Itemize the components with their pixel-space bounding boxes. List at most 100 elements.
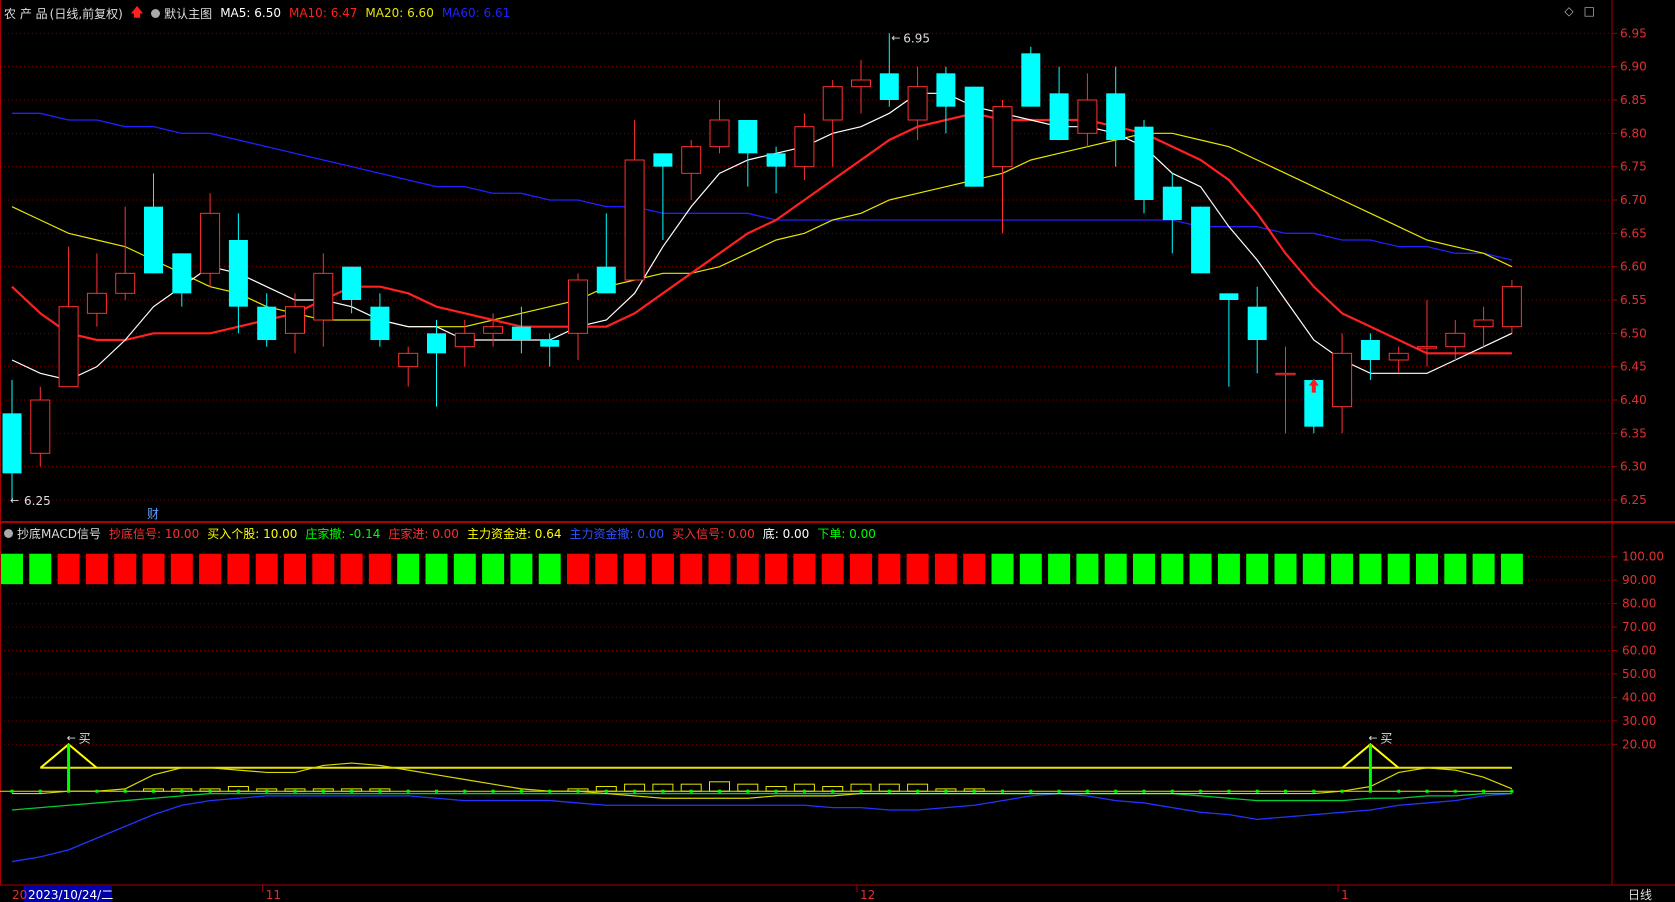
signal-block	[567, 553, 589, 585]
yellow-bar	[624, 783, 646, 792]
signal-block	[114, 553, 137, 585]
signal-block	[1, 553, 23, 585]
baseline-dot	[435, 789, 438, 793]
baseline-dot	[236, 789, 240, 793]
yellow-bar	[907, 783, 929, 792]
yellow-bar	[793, 783, 815, 792]
high-arrow: ←	[891, 31, 900, 44]
signal-block	[340, 553, 363, 585]
settings-dot-icon[interactable]	[151, 8, 161, 18]
indicator-item: 主力资金进: 0.64	[467, 525, 562, 542]
baseline-dot	[1482, 789, 1486, 793]
baseline-dot	[802, 789, 806, 793]
baseline-dot	[774, 789, 778, 793]
baseline-dot	[831, 789, 835, 793]
signal-block	[1104, 553, 1127, 585]
template-label[interactable]: 默认主图	[164, 5, 212, 22]
candle-body	[738, 120, 758, 154]
indicator-item-value: 0.00	[428, 526, 459, 541]
y-tick-label: 6.50	[1620, 326, 1647, 340]
indicator-header: 抄底MACD信号 抄底信号: 10.00 买入个股: 10.00 庄家撤: -0.1…	[0, 522, 876, 544]
candle-body	[257, 306, 277, 340]
indicator-item: 抄底信号: 10.00	[109, 525, 199, 542]
baseline-dot	[519, 789, 523, 793]
yellow-bar	[199, 788, 221, 792]
x-month-label: 1	[1341, 888, 1349, 902]
baseline-dot	[1170, 789, 1174, 793]
settings-dot-icon[interactable]	[4, 528, 13, 538]
indicator-item: 庄家撤: -0.14	[305, 525, 380, 542]
signal-block	[368, 553, 391, 585]
top-right-controls: ◇ □	[1564, 4, 1595, 18]
candle-body	[1077, 99, 1098, 134]
ma20-indicator: MA20: 6.60	[365, 6, 433, 20]
green-curve	[11, 792, 1512, 811]
signal-block	[1246, 553, 1269, 585]
y-tick-label: 6.40	[1620, 393, 1647, 407]
indicator-item-value: 0.00	[724, 526, 755, 541]
window-restore-icon[interactable]: □	[1584, 4, 1595, 18]
baseline-dot	[689, 789, 693, 793]
candle-body	[1106, 93, 1126, 140]
baseline-dot	[916, 789, 920, 793]
buy-signal-peak	[1341, 743, 1400, 769]
signal-block	[1500, 553, 1523, 585]
signal-block	[255, 553, 278, 585]
signal-block	[1048, 553, 1071, 585]
signal-block	[906, 553, 929, 585]
baseline-dot	[208, 789, 212, 793]
yellow-bar	[567, 788, 589, 792]
candle-body	[1360, 340, 1380, 360]
baseline-dot	[718, 789, 721, 793]
candle-body	[200, 212, 221, 274]
y-tick-label: 40.00	[1622, 690, 1656, 704]
candle-body	[342, 266, 362, 300]
ma20-value: 6.60	[407, 6, 434, 20]
candle-body	[766, 153, 786, 167]
candle-body	[228, 240, 248, 307]
indicator-item-value: -0.14	[345, 526, 381, 541]
candle-body	[964, 86, 984, 187]
baseline-dot	[887, 789, 891, 793]
stock-name[interactable]: 农 产 品	[4, 5, 48, 22]
baseline-dot	[1368, 789, 1372, 793]
indicator-item-value: 0.64	[530, 526, 562, 541]
indicator-item: 底: 0.00	[763, 525, 810, 542]
finance-marker: 财	[147, 507, 159, 521]
candle-body	[370, 306, 390, 340]
candle-body	[427, 333, 446, 354]
candle-body	[285, 306, 305, 334]
signal-block	[170, 553, 193, 585]
candle-body	[624, 159, 645, 281]
indicator-item-label: 买入个股:	[207, 526, 260, 541]
x-month-label: 11	[266, 888, 281, 902]
ma5-value: 6.50	[254, 6, 281, 20]
candle-body	[86, 292, 107, 314]
y-tick-label: 70.00	[1622, 620, 1656, 634]
candle-body	[1473, 319, 1494, 328]
date-highlight	[24, 886, 112, 902]
candle-body	[2, 413, 22, 474]
candle-body	[1134, 126, 1154, 200]
y-tick-label: 6.75	[1620, 160, 1647, 174]
ma10-indicator: MA10: 6.47	[289, 6, 357, 20]
candle-body	[681, 146, 702, 174]
indicator-item-label: 庄家进:	[388, 526, 429, 541]
diamond-icon[interactable]: ◇	[1564, 4, 1573, 18]
signal-block	[1302, 553, 1325, 585]
baseline-dot	[1397, 789, 1401, 793]
baseline-dot	[972, 789, 976, 793]
signal-block	[963, 553, 986, 585]
signal-block	[1133, 553, 1155, 585]
baseline-dot	[1001, 789, 1004, 793]
signal-block	[453, 553, 476, 585]
period-label: (日线,前复权)	[49, 6, 123, 21]
baseline-dot	[1255, 789, 1259, 793]
blue-curve	[11, 792, 1512, 863]
stock-chart[interactable]: 6.95 6.90 6.85 6.80 6.75 6.70 6.65 6.60 6.55 6.50…	[0, 0, 1675, 902]
signal-block	[680, 553, 703, 585]
x-start-label: 20	[12, 888, 27, 902]
candle-body	[1501, 286, 1522, 328]
indicator-name[interactable]: 抄底MACD信号	[17, 525, 101, 542]
baseline-dot	[10, 789, 14, 793]
